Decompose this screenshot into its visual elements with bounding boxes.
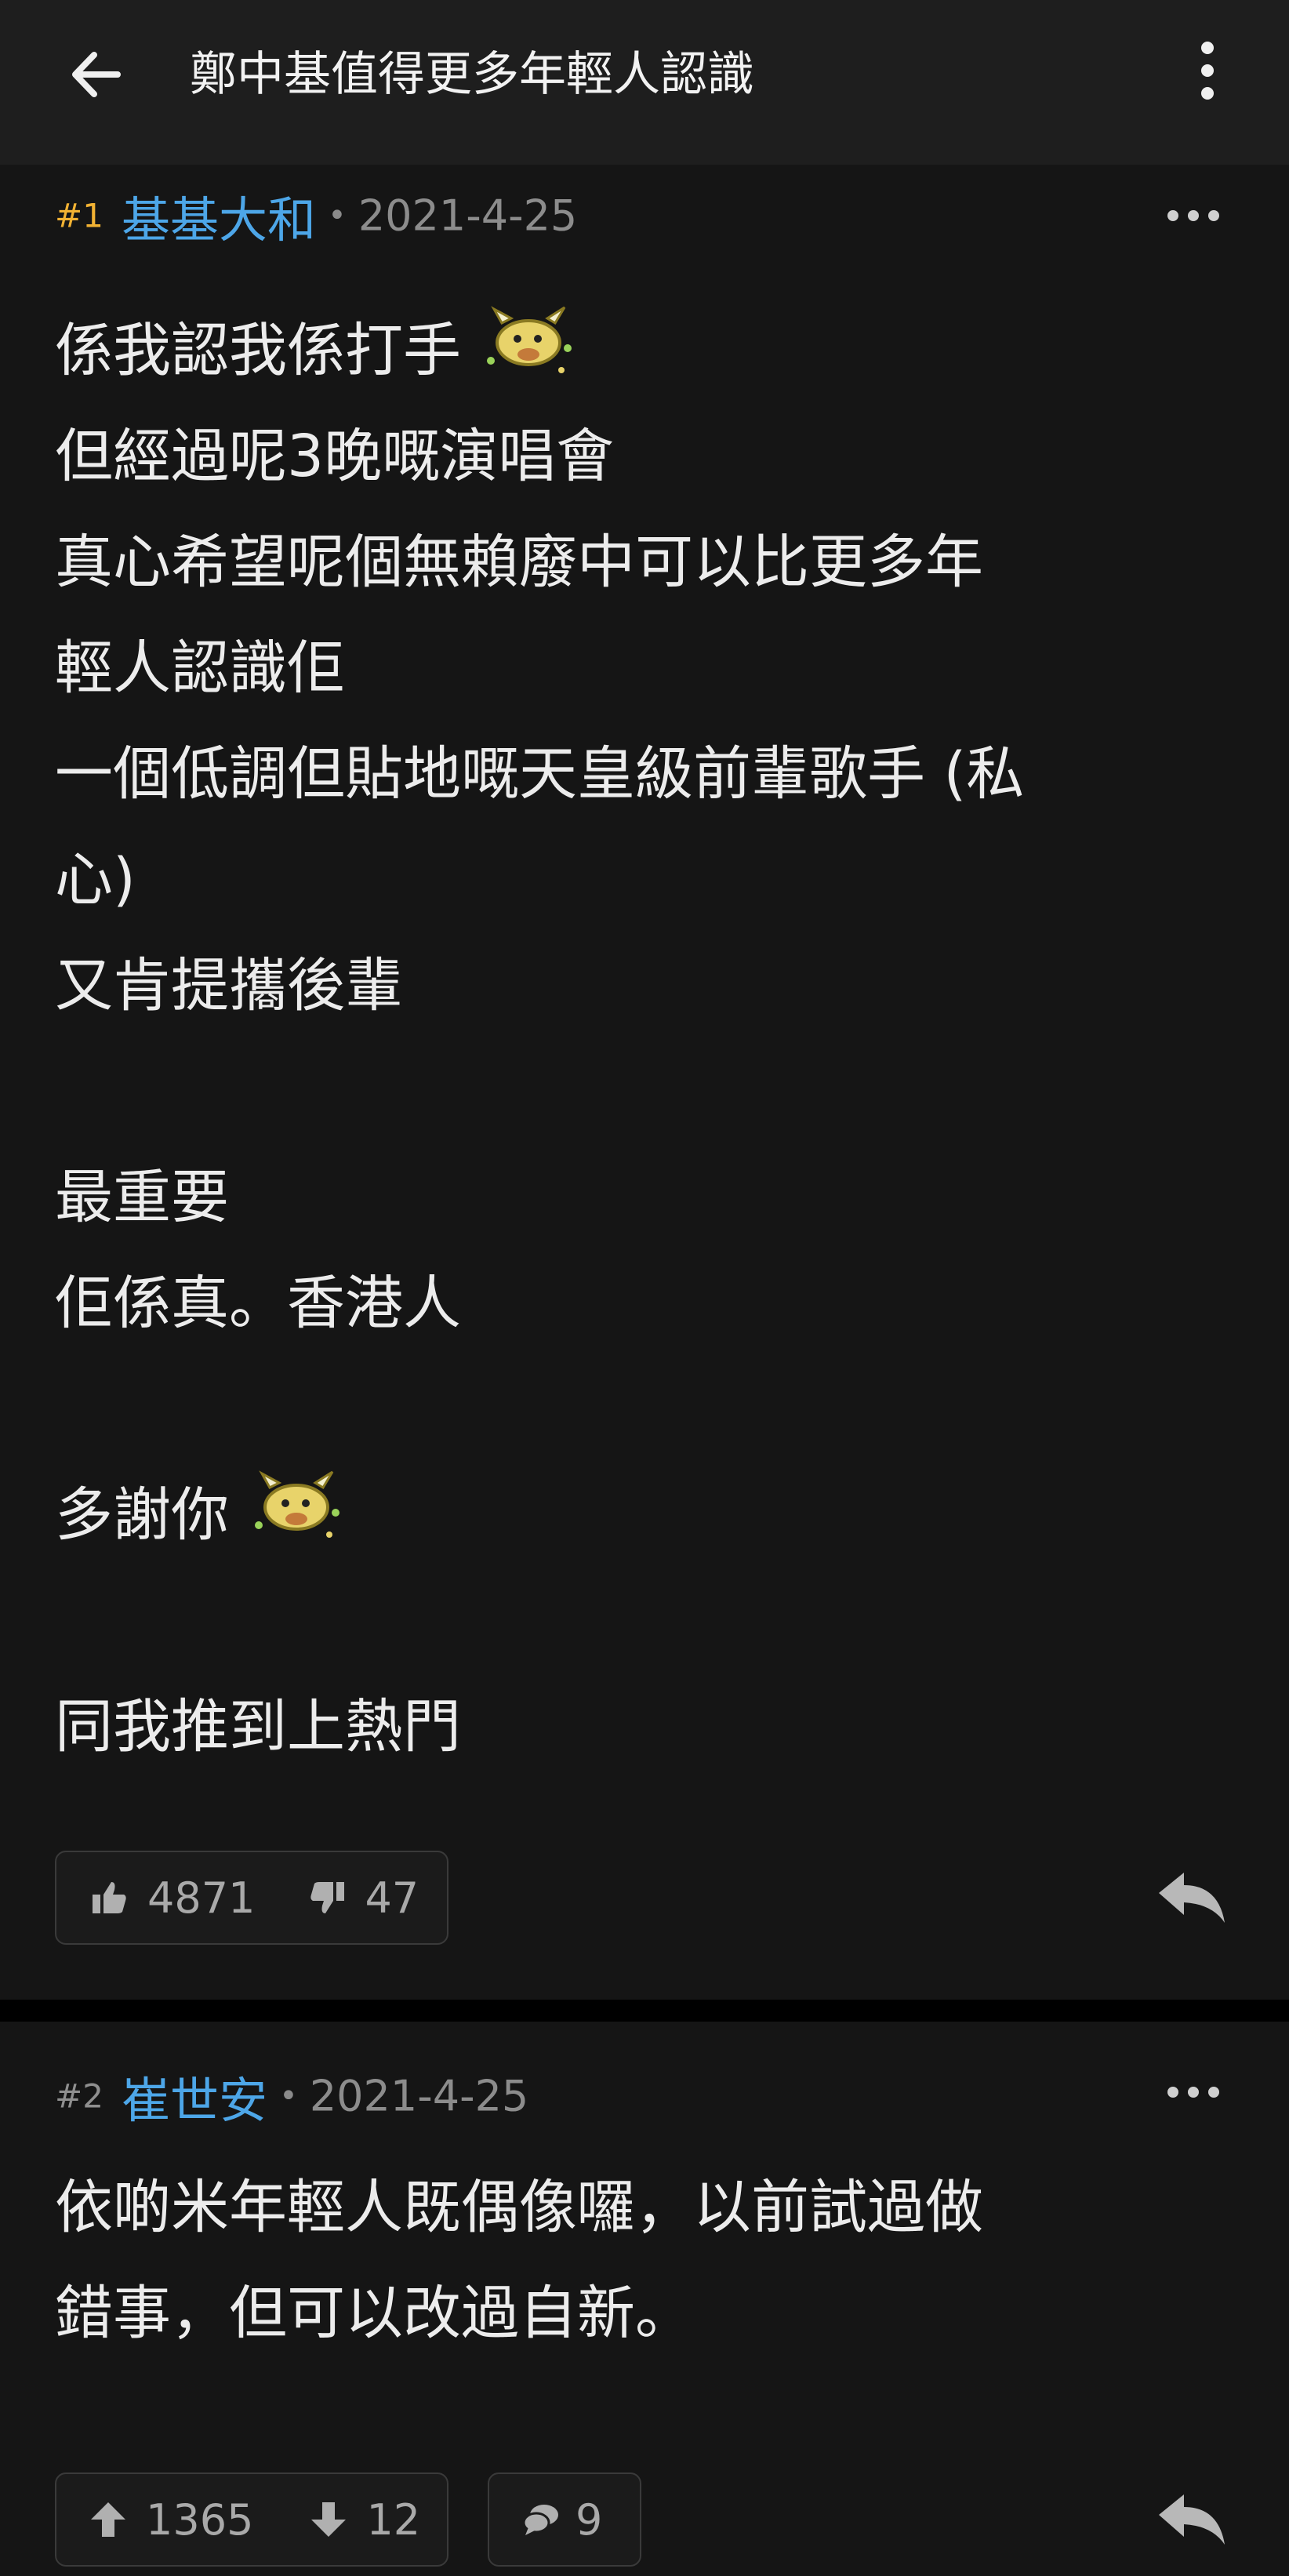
post-header: #1 基基大和 • 2021-4-25 — [55, 180, 578, 249]
comment-count: 9 — [576, 2494, 603, 2545]
reply-button[interactable] — [1153, 2488, 1231, 2551]
arrow-left-icon — [72, 52, 121, 97]
dislike-count: 47 — [365, 1873, 419, 1923]
content-line: 係我認我係打手 — [55, 298, 1247, 404]
arrow-down-icon — [311, 2502, 347, 2537]
author-name[interactable]: 基基大和 — [122, 191, 316, 249]
separator-dot: • — [328, 198, 347, 234]
content-line: 依啲米年輕人既偶像囉，以前試過做 — [55, 2174, 983, 2241]
back-button[interactable] — [63, 39, 133, 110]
post-1: #1 基基大和 • 2021-4-25 係我認我係打手 但經過呢3晚嘅演唱會 真… — [0, 165, 1289, 2000]
more-horizontal-icon — [1167, 2087, 1219, 2098]
post-divider — [0, 2000, 1289, 2022]
page-title: 鄭中基值得更多年輕人認識 — [190, 47, 754, 102]
content-line: 同我推到上熱門 — [55, 1693, 461, 1760]
arrow-up-icon — [91, 2502, 125, 2537]
downvote-count: 12 — [366, 2494, 421, 2545]
reply-icon — [1159, 1873, 1225, 1923]
comment-bubble-icon — [522, 2505, 558, 2535]
like-count: 4871 — [147, 1873, 256, 1923]
downvote-button[interactable]: 12 — [308, 2474, 420, 2565]
thumbs-up-icon — [93, 1882, 126, 1913]
content-line: 真心希望呢個無賴廢中可以比更多年 — [55, 529, 983, 596]
author-name[interactable]: 崔世安 — [122, 2072, 267, 2129]
content-line: 心) — [55, 846, 136, 914]
separator-dot: • — [279, 2078, 298, 2114]
upvote-button[interactable]: 1365 — [88, 2474, 253, 2565]
post-date: 2021-4-25 — [309, 2071, 529, 2121]
content-line: 佢係真。香港人 — [55, 1270, 461, 1337]
more-vertical-icon — [1201, 42, 1214, 100]
thumbs-down-icon — [310, 1882, 345, 1913]
comment-button[interactable]: 9 — [488, 2472, 641, 2567]
content-line: 最重要 — [55, 1164, 229, 1231]
post-menu-button[interactable] — [1162, 200, 1225, 231]
top-app-bar: 鄭中基值得更多年輕人認識 — [0, 0, 1289, 165]
post-content: 係我認我係打手 但經過呢3晚嘅演唱會 真心希望呢個無賴廢中可以比更多年 輕人認識… — [55, 298, 1247, 1780]
cow-emoji-icon — [248, 1464, 350, 1542]
post-menu-button[interactable] — [1162, 2076, 1225, 2108]
like-button[interactable]: 4871 — [89, 1852, 255, 1943]
reply-button[interactable] — [1153, 1866, 1231, 1929]
content-line: 錯事，但可以改過自新。 — [55, 2280, 693, 2347]
cow-emoji-icon — [480, 300, 582, 378]
content-line: 輕人認識佢 — [55, 634, 345, 702]
vote-box: 4871 47 — [55, 1851, 448, 1945]
post-header: #2 崔世安 • 2021-4-25 — [55, 2061, 529, 2130]
floor-number: #2 — [55, 2076, 103, 2116]
vote-box: 1365 12 — [55, 2472, 448, 2567]
content-line: 又肯提攜後輩 — [55, 952, 403, 1019]
floor-number: #1 — [55, 196, 103, 235]
more-horizontal-icon — [1167, 210, 1219, 221]
post-2: #2 崔世安 • 2021-4-25 依啲米年輕人既偶像囉，以前試過做 錯事，但… — [0, 2022, 1289, 2576]
more-options-button[interactable] — [1186, 35, 1229, 106]
post-content: 依啲米年輕人既偶像囉，以前試過做 錯事，但可以改過自新。 — [55, 2155, 1247, 2367]
post-date: 2021-4-25 — [358, 191, 578, 241]
reply-icon — [1159, 2494, 1225, 2545]
content-line: 但經過呢3晚嘅演唱會 — [55, 423, 615, 490]
content-line: 一個低調但貼地嘅天皇級前輩歌手 (私 — [55, 740, 1025, 808]
dislike-button[interactable]: 47 — [307, 1852, 419, 1943]
upvote-count: 1365 — [146, 2494, 254, 2545]
content-line: 多謝你 — [55, 1462, 1247, 1568]
